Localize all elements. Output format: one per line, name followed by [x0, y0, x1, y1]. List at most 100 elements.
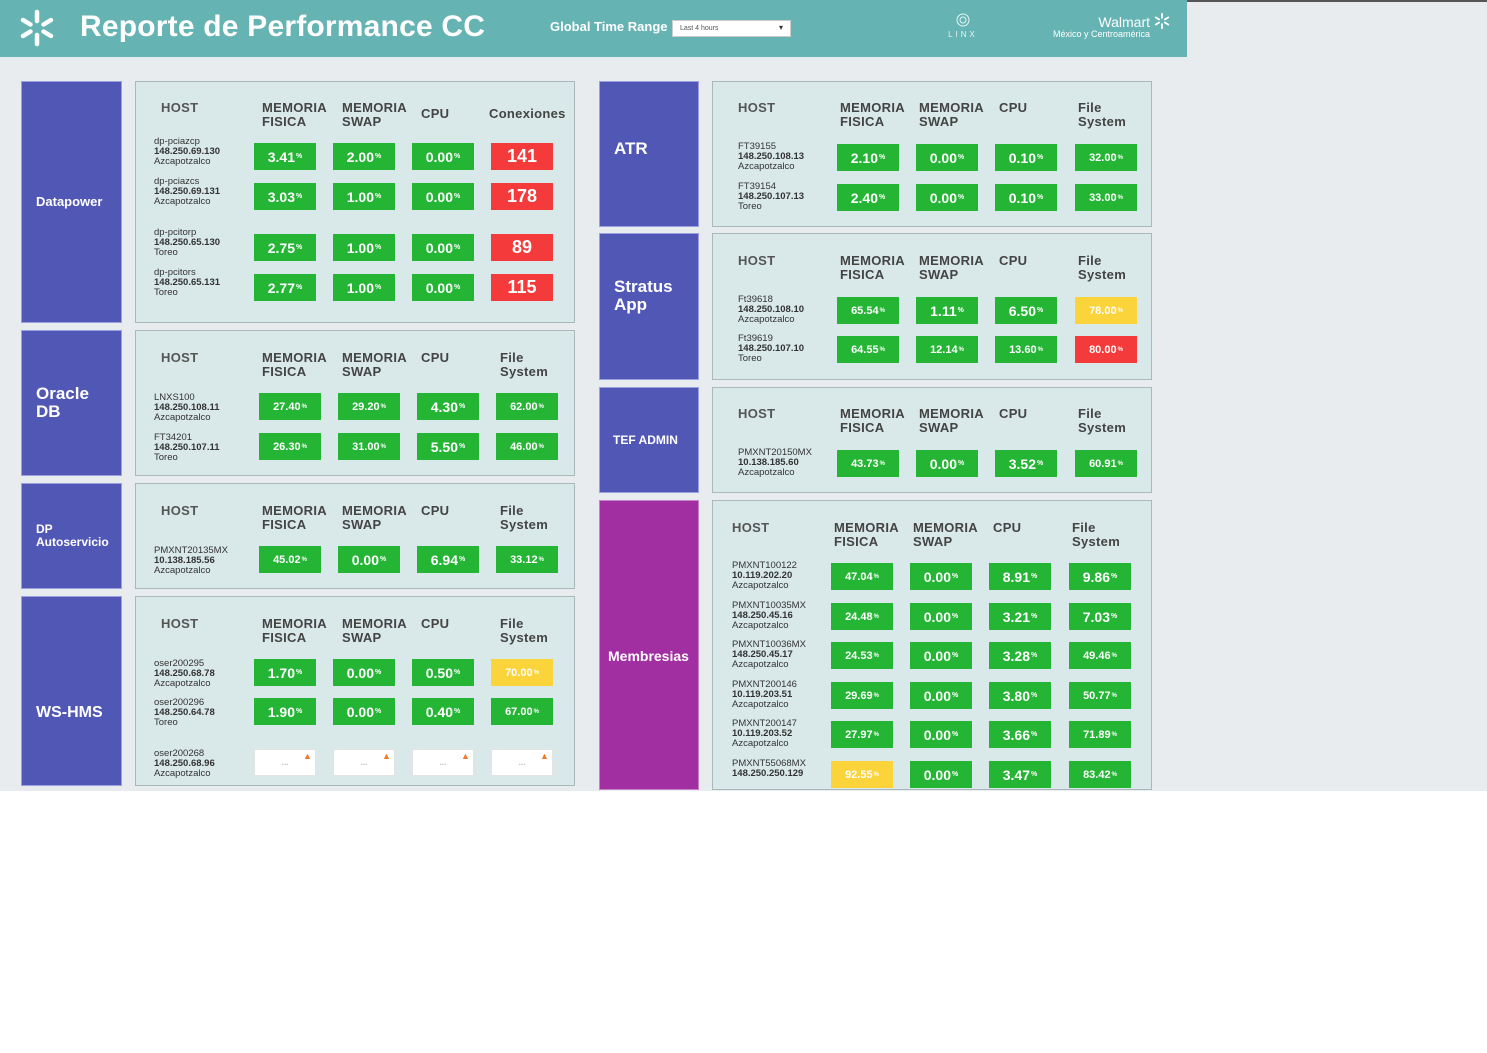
percent-sign: % — [296, 193, 303, 200]
memoria-swap-value[interactable]: 0.00% — [910, 642, 972, 669]
memoria-swap-value[interactable]: ... ▲ — [333, 749, 395, 776]
memoria-fisica-value[interactable]: ... ▲ — [254, 749, 316, 776]
section-label-dpauto[interactable]: DP Autoservicio — [21, 483, 122, 589]
cpu-value[interactable]: 0.10% — [995, 144, 1057, 171]
memoria-swap-value[interactable]: 0.00% — [916, 144, 978, 171]
memoria-swap-value[interactable]: 12.14% — [916, 336, 978, 363]
conexiones-value[interactable]: 115 — [491, 274, 553, 301]
time-range-select[interactable]: Last 4 hours ▾ — [672, 20, 791, 37]
memoria-swap-value[interactable]: 1.00% — [333, 183, 395, 210]
memoria-fisica-value[interactable]: 24.48% — [831, 603, 893, 630]
cpu-value[interactable]: 0.00% — [412, 143, 474, 170]
file-system-value[interactable]: 33.12% — [496, 546, 558, 573]
memoria-fisica-value[interactable]: 1.90% — [254, 698, 316, 725]
memoria-swap-value[interactable]: 2.00% — [333, 143, 395, 170]
memoria-swap-value[interactable]: 0.00% — [910, 563, 972, 590]
memoria-fisica-value[interactable]: 2.75% — [254, 234, 316, 261]
memoria-swap-value[interactable]: 0.00% — [910, 721, 972, 748]
file-system-value[interactable]: 9.86% — [1069, 563, 1131, 590]
memoria-swap-value[interactable]: 1.00% — [333, 274, 395, 301]
file-system-value[interactable]: ... ▲ — [491, 749, 553, 776]
cpu-value[interactable]: 4.30% — [417, 393, 479, 420]
conexiones-value[interactable]: 178 — [491, 183, 553, 210]
memoria-fisica-value[interactable]: 64.55% — [837, 336, 899, 363]
memoria-fisica-value[interactable]: 3.41% — [254, 143, 316, 170]
cpu-value[interactable]: 0.00% — [412, 234, 474, 261]
memoria-swap-value[interactable]: 0.00% — [910, 682, 972, 709]
memoria-swap-value[interactable]: 1.11% — [916, 297, 978, 324]
memoria-swap-value[interactable]: 0.00% — [916, 450, 978, 477]
file-system-value[interactable]: 32.00% — [1075, 144, 1137, 171]
memoria-swap-value[interactable]: 0.00% — [910, 761, 972, 788]
memoria-fisica-value[interactable]: 65.54% — [837, 297, 899, 324]
cpu-value[interactable]: 0.50% — [412, 659, 474, 686]
memoria-fisica-value[interactable]: 92.55% — [831, 761, 893, 788]
memoria-fisica-value[interactable]: 2.77% — [254, 274, 316, 301]
memoria-fisica-value[interactable]: 47.04% — [831, 563, 893, 590]
cpu-value[interactable]: 0.00% — [412, 183, 474, 210]
memoria-fisica-value[interactable]: 29.69% — [831, 682, 893, 709]
memoria-fisica-value[interactable]: 3.03% — [254, 183, 316, 210]
section-label-stratus[interactable]: Stratus App — [599, 233, 699, 380]
memoria-fisica-value[interactable]: 43.73% — [837, 450, 899, 477]
cpu-value[interactable]: 5.50% — [417, 433, 479, 460]
section-label-tef[interactable]: TEF ADMIN — [599, 387, 699, 493]
host-site: Azcapotzalco — [738, 161, 795, 172]
cpu-value[interactable]: 3.21% — [989, 603, 1051, 630]
file-system-value[interactable]: 67.00% — [491, 698, 553, 725]
cpu-value[interactable]: 3.28% — [989, 642, 1051, 669]
cpu-value[interactable]: 3.47% — [989, 761, 1051, 788]
conexiones-value[interactable]: 89 — [491, 234, 553, 261]
file-system-value[interactable]: 50.77% — [1069, 682, 1131, 709]
memoria-swap-value[interactable]: 0.00% — [333, 659, 395, 686]
metric-number: 50.77 — [1083, 689, 1111, 702]
memoria-fisica-value[interactable]: 45.02% — [259, 546, 321, 573]
file-system-value[interactable]: 71.89% — [1069, 721, 1131, 748]
cpu-value[interactable]: 0.00% — [412, 274, 474, 301]
file-system-value[interactable]: 83.42% — [1069, 761, 1131, 788]
percent-sign: % — [1037, 194, 1044, 201]
cpu-value[interactable]: 8.91% — [989, 563, 1051, 590]
file-system-value[interactable]: 46.00% — [496, 433, 558, 460]
host-site: Azcapotzalco — [738, 467, 795, 478]
cpu-value[interactable]: 13.60% — [995, 336, 1057, 363]
cpu-value[interactable]: 0.10% — [995, 184, 1057, 211]
file-system-value[interactable]: 80.00% — [1075, 336, 1137, 363]
file-system-value[interactable]: 78.00% — [1075, 297, 1137, 324]
section-label-datapower[interactable]: Datapower — [21, 81, 122, 323]
cpu-value[interactable]: ... ▲ — [412, 749, 474, 776]
section-label-atr[interactable]: ATR — [599, 81, 699, 227]
cpu-value[interactable]: 0.40% — [412, 698, 474, 725]
cpu-value[interactable]: 3.66% — [989, 721, 1051, 748]
file-system-value[interactable]: 60.91% — [1075, 450, 1137, 477]
file-system-value[interactable]: 70.00% — [491, 659, 553, 686]
file-system-value[interactable]: 7.03% — [1069, 603, 1131, 630]
memoria-fisica-value[interactable]: 2.40% — [837, 184, 899, 211]
file-system-value[interactable]: 33.00% — [1075, 184, 1137, 211]
memoria-swap-value[interactable]: 0.00% — [333, 698, 395, 725]
memoria-fisica-value[interactable]: 2.10% — [837, 144, 899, 171]
memoria-swap-value[interactable]: 0.00% — [338, 546, 400, 573]
memoria-fisica-value[interactable]: 27.97% — [831, 721, 893, 748]
cpu-value[interactable]: 3.52% — [995, 450, 1057, 477]
section-label-wshms[interactable]: WS-HMS — [21, 596, 122, 786]
percent-sign: % — [301, 443, 307, 450]
memoria-fisica-value[interactable]: 26.30% — [259, 433, 321, 460]
walmart-spark-small-icon — [1154, 12, 1170, 30]
memoria-swap-value[interactable]: 0.00% — [910, 603, 972, 630]
memoria-swap-value[interactable]: 29.20% — [338, 393, 400, 420]
memoria-fisica-value[interactable]: 27.40% — [259, 393, 321, 420]
memoria-fisica-value[interactable]: 1.70% — [254, 659, 316, 686]
memoria-swap-value[interactable]: 0.00% — [916, 184, 978, 211]
memoria-swap-value[interactable]: 31.00% — [338, 433, 400, 460]
section-label-membresias[interactable]: Membresias — [599, 500, 699, 790]
cpu-value[interactable]: 6.50% — [995, 297, 1057, 324]
section-label-oracle[interactable]: Oracle DB — [21, 330, 122, 476]
conexiones-value[interactable]: 141 — [491, 143, 553, 170]
memoria-swap-value[interactable]: 1.00% — [333, 234, 395, 261]
file-system-value[interactable]: 49.46% — [1069, 642, 1131, 669]
cpu-value[interactable]: 3.80% — [989, 682, 1051, 709]
cpu-value[interactable]: 6.94% — [417, 546, 479, 573]
file-system-value[interactable]: 62.00% — [496, 393, 558, 420]
memoria-fisica-value[interactable]: 24.53% — [831, 642, 893, 669]
